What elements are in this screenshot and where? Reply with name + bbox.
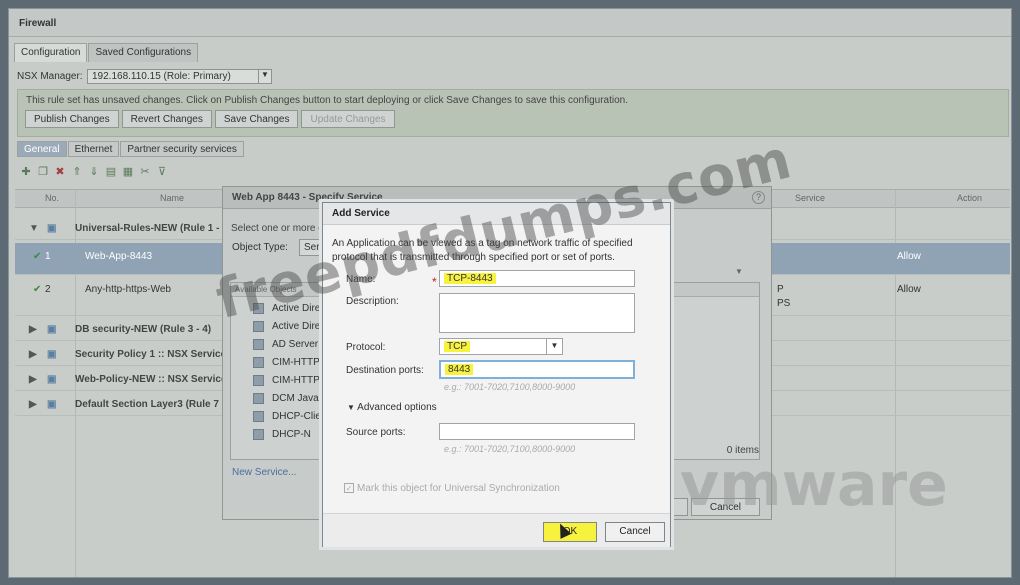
- protocol-select[interactable]: TCP ▼: [439, 338, 563, 355]
- brand-watermark: vmware: [680, 450, 948, 520]
- section-icon: ▣: [47, 223, 57, 234]
- destination-ports-value: 8443: [445, 364, 474, 375]
- unsaved-changes-banner: This rule set has unsaved changes. Click…: [17, 89, 1009, 137]
- banner-buttons: Publish Changes Revert Changes Save Change…: [25, 110, 398, 128]
- chevron-down-icon[interactable]: ▼: [258, 70, 271, 83]
- section-icon: ▣: [47, 399, 57, 410]
- universal-sync-checkbox[interactable]: ✓ Mark this object for Universal Synchron…: [344, 483, 560, 494]
- source-ports-label: Source ports:: [346, 427, 406, 438]
- col-service: Service: [795, 193, 826, 203]
- service-icon: [253, 393, 264, 404]
- expand-icon[interactable]: ▶: [29, 324, 37, 335]
- add-service-title: Add Service: [332, 208, 390, 219]
- protocol-label: Protocol:: [346, 342, 386, 353]
- nsx-manager-label: NSX Manager:: [17, 71, 83, 82]
- section-name: DB security-NEW (Rule 3 - 4): [75, 324, 212, 335]
- source-ports-hint: e.g.: 7001-7020,7100,8000-9000: [444, 444, 576, 454]
- check-icon: ✔: [33, 284, 42, 295]
- tab-partner-security-services[interactable]: Partner security services: [120, 141, 244, 157]
- chevron-down-icon[interactable]: ▼: [546, 339, 562, 354]
- universal-sync-label: Mark this object for Universal Synchroni…: [357, 483, 560, 494]
- expand-icon[interactable]: ▼: [29, 223, 39, 234]
- section-icon: ▣: [47, 374, 57, 385]
- title-bar: Firewall: [9, 9, 1011, 37]
- object-type-label: Object Type:: [232, 242, 288, 253]
- expand-icon[interactable]: ▶: [29, 374, 37, 385]
- protocol-value: TCP: [444, 341, 470, 352]
- copy-icon[interactable]: ❐: [36, 165, 50, 178]
- list-item-label: DHCP-Clie: [272, 411, 321, 422]
- destination-ports-label: Destination ports:: [346, 365, 424, 376]
- tab-configuration[interactable]: Configuration: [14, 43, 88, 62]
- destination-ports-field[interactable]: 8443: [439, 360, 635, 379]
- rule-name: Any-http-https-Web: [85, 284, 171, 295]
- rule-service: PS: [777, 298, 791, 309]
- nsx-manager-value: 192.168.110.15 (Role: Primary): [92, 71, 231, 82]
- chevron-down-icon: ▼: [347, 403, 355, 412]
- rule-action: Allow: [897, 251, 921, 262]
- expand-icon[interactable]: ▶: [29, 349, 37, 360]
- new-service-link[interactable]: New Service...: [232, 467, 296, 478]
- section-icon: ▣: [47, 324, 57, 335]
- rule-type-tabs: General Ethernet Partner security services: [17, 141, 245, 157]
- paste-icon[interactable]: ▤: [104, 165, 118, 178]
- add-service-footer: OK Cancel: [323, 513, 670, 547]
- service-icon: [253, 339, 264, 350]
- export-icon[interactable]: ▦: [121, 165, 135, 178]
- col-action: Action: [957, 193, 983, 203]
- source-ports-field[interactable]: [439, 423, 635, 440]
- service-icon: [253, 375, 264, 386]
- section-icon: ▣: [47, 349, 57, 360]
- section-name: Default Section Layer3 (Rule 7 - 1: [75, 399, 234, 410]
- advanced-options-label: Advanced options: [357, 402, 437, 413]
- rule-number: 2: [45, 284, 51, 295]
- expand-icon[interactable]: ▶: [29, 399, 37, 410]
- tab-ethernet[interactable]: Ethernet: [67, 141, 120, 157]
- update-changes-button[interactable]: Update Changes: [301, 110, 395, 128]
- section-name: Security Policy 1 :: NSX Service C: [75, 349, 237, 360]
- list-item-label: Active Direc: [272, 321, 326, 332]
- cancel-button[interactable]: Cancel: [605, 522, 665, 542]
- add-rule-icon[interactable]: ✚: [19, 165, 33, 178]
- move-up-icon[interactable]: ⇑: [70, 165, 84, 178]
- checkbox-icon: ✓: [344, 483, 354, 494]
- select-instructions: Select one or more o: [231, 223, 324, 234]
- col-no: No.: [45, 193, 60, 203]
- name-field[interactable]: TCP-8443: [439, 270, 635, 287]
- unsaved-message: This rule set has unsaved changes. Click…: [26, 95, 629, 106]
- scissors-icon[interactable]: ✂: [138, 165, 152, 178]
- rule-service: P: [777, 284, 784, 295]
- revert-changes-button[interactable]: Revert Changes: [121, 110, 212, 128]
- rule-name: Web-App-8443: [85, 251, 153, 262]
- delete-icon[interactable]: ✖: [53, 165, 67, 178]
- description-field[interactable]: [439, 293, 635, 333]
- service-icon: [253, 357, 264, 368]
- filter-icon[interactable]: ⊽: [155, 165, 169, 178]
- window-title: Firewall: [19, 18, 57, 29]
- nsx-manager-select[interactable]: 192.168.110.15 (Role: Primary) ▼: [87, 69, 272, 84]
- publish-changes-button[interactable]: Publish Changes: [25, 110, 119, 128]
- tab-general[interactable]: General: [17, 141, 67, 157]
- list-item-label: DCM Java: [272, 393, 319, 404]
- rules-toolbar: ✚ ❐ ✖ ⇑ ⇓ ▤ ▦ ✂ ⊽: [19, 165, 172, 183]
- tab-saved-configurations[interactable]: Saved Configurations: [88, 43, 199, 62]
- save-changes-button[interactable]: Save Changes: [214, 110, 299, 128]
- list-item-label: AD Server: [272, 339, 319, 350]
- move-down-icon[interactable]: ⇓: [87, 165, 101, 178]
- chevron-down-icon[interactable]: ▼: [735, 267, 743, 276]
- rule-action: Allow: [897, 284, 921, 295]
- col-name: Name: [160, 193, 185, 203]
- destination-ports-hint: e.g.: 7001-7020,7100,8000-9000: [444, 382, 576, 392]
- main-tabs: Configuration Saved Configurations: [14, 43, 199, 63]
- service-icon: [253, 411, 264, 422]
- section-name: Web-Policy-NEW :: NSX Service: [75, 374, 227, 385]
- section-name: Universal-Rules-NEW (Rule 1 - 2): [75, 223, 232, 234]
- list-item-label: CIM-HTTPS: [272, 375, 327, 386]
- service-icon: [253, 429, 264, 440]
- rule-number: 1: [45, 251, 51, 262]
- list-item-label: DHCP-N: [272, 429, 311, 440]
- list-item-label: CIM-HTTP: [272, 357, 320, 368]
- check-icon: ✔: [33, 251, 42, 262]
- advanced-options-toggle[interactable]: ▼ Advanced options: [347, 402, 437, 413]
